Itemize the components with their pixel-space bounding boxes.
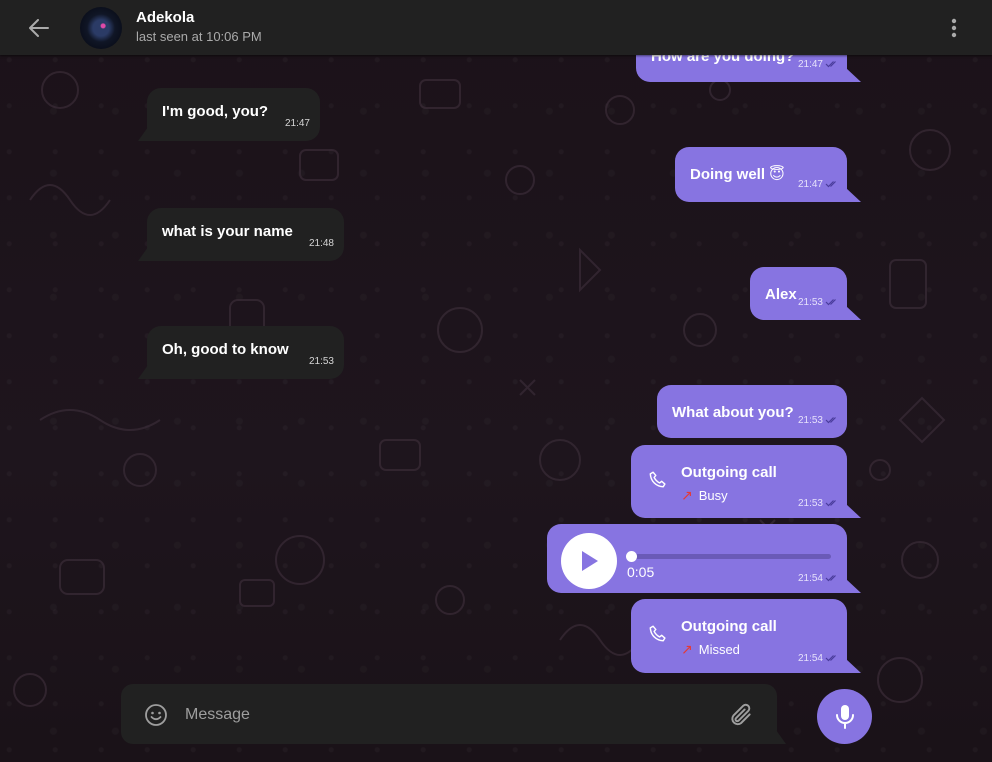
record-voice-button[interactable] — [817, 689, 872, 744]
double-check-icon — [825, 61, 836, 68]
more-vertical-icon — [951, 18, 957, 38]
chat-header: Adekola last seen at 10:06 PM — [0, 0, 992, 55]
paperclip-icon[interactable] — [728, 702, 754, 728]
back-button[interactable] — [22, 13, 56, 43]
last-seen-status: last seen at 10:06 PM — [136, 29, 262, 44]
outgoing-arrow-icon: ↗ — [681, 641, 693, 657]
avatar[interactable] — [80, 7, 122, 49]
message-time: 21:53 — [308, 356, 334, 367]
voice-duration: 0:05 — [627, 564, 655, 580]
play-icon — [582, 551, 598, 571]
call-status: ↗ Busy — [681, 487, 728, 503]
message-time: 21:53 — [798, 297, 839, 308]
call-title: Outgoing call — [681, 618, 777, 635]
message-text: what is your name — [162, 223, 293, 240]
message-time: 21:48 — [308, 238, 334, 249]
chat-title[interactable]: Adekola — [136, 9, 194, 26]
back-arrow-icon — [29, 19, 49, 37]
double-check-icon — [825, 181, 836, 188]
message-bubble-outgoing[interactable]: What about you? 21:53 — [657, 385, 847, 438]
phone-icon[interactable] — [647, 469, 669, 491]
double-check-icon — [825, 655, 836, 662]
call-bubble-outgoing[interactable]: Outgoing call ↗ Busy 21:53 — [631, 445, 847, 518]
call-bubble-outgoing[interactable]: Outgoing call ↗ Missed 21:54 — [631, 599, 847, 673]
double-check-icon — [825, 575, 836, 582]
voice-progress-bar[interactable] — [626, 551, 831, 562]
microphone-icon — [835, 704, 854, 729]
message-bubble-incoming[interactable]: what is your name 21:48 — [147, 208, 344, 261]
double-check-icon — [825, 500, 836, 507]
outgoing-arrow-icon: ↗ — [681, 487, 693, 503]
message-bubble-incoming[interactable]: I'm good, you? 21:47 — [147, 88, 320, 141]
message-bubble-incoming[interactable]: Oh, good to know 21:53 — [147, 326, 344, 379]
message-input[interactable] — [183, 700, 707, 730]
emoji-icon[interactable] — [144, 703, 168, 727]
message-text: Alex — [765, 286, 797, 303]
double-check-icon — [825, 417, 836, 424]
message-text: What about you? — [672, 404, 794, 421]
message-text: Oh, good to know — [162, 341, 289, 358]
message-text: Doing well 😇 — [690, 166, 785, 183]
message-time: 21:47 — [798, 59, 839, 70]
message-composer — [121, 684, 777, 744]
message-time: 21:47 — [284, 118, 310, 129]
call-title: Outgoing call — [681, 464, 777, 481]
message-time: 21:54 — [798, 653, 839, 664]
message-time: 21:53 — [798, 415, 839, 426]
message-bubble-outgoing[interactable]: Alex 21:53 — [750, 267, 847, 320]
message-text: I'm good, you? — [162, 103, 269, 120]
message-time: 21:53 — [798, 498, 839, 509]
message-bubble-outgoing[interactable]: Doing well 😇 21:47 — [675, 147, 847, 202]
play-button[interactable] — [561, 533, 617, 589]
phone-icon[interactable] — [647, 623, 669, 645]
progress-knob[interactable] — [626, 551, 637, 562]
more-options-button[interactable] — [940, 14, 968, 42]
message-time: 21:47 — [798, 179, 839, 190]
call-status: ↗ Missed — [681, 641, 740, 657]
double-check-icon — [825, 299, 836, 306]
message-time: 21:54 — [798, 573, 839, 584]
voice-message-bubble[interactable]: 0:05 21:54 — [547, 524, 847, 593]
